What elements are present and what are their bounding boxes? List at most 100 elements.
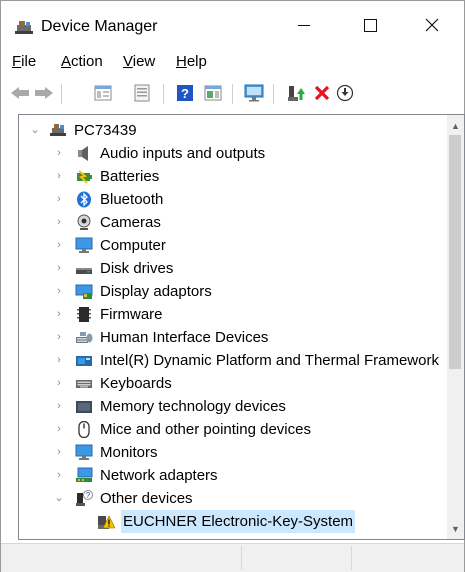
update-driver-button[interactable]: [285, 81, 307, 105]
system-device-icon: [76, 356, 92, 366]
device-tree[interactable]: ⌄ PC73439 › Audio inputs and outputs › B…: [18, 114, 465, 540]
expand-chevron-icon[interactable]: ›: [53, 326, 65, 349]
toolbar-separator: [232, 84, 233, 104]
expand-chevron-icon[interactable]: ›: [53, 395, 65, 418]
tree-item-cameras[interactable]: › Cameras: [19, 211, 449, 234]
svg-text:?: ?: [181, 86, 189, 101]
tree-item-label: Disk drives: [100, 260, 174, 277]
properties-button[interactable]: [131, 81, 153, 105]
menu-file-label: ile: [21, 53, 37, 70]
tree-item-mice[interactable]: › Mice and other pointing devices: [19, 418, 449, 441]
toolbar-separator: [61, 84, 62, 104]
expand-chevron-icon[interactable]: ›: [53, 280, 65, 303]
tree-item-label: Batteries: [100, 168, 160, 185]
update-driver-icon: [288, 86, 305, 101]
bluetooth-icon: [77, 191, 91, 208]
expand-chevron-icon[interactable]: ›: [53, 142, 65, 165]
help-button[interactable]: ?: [174, 81, 196, 105]
expand-chevron-icon[interactable]: ›: [53, 349, 65, 372]
tree-item-bluetooth[interactable]: › Bluetooth: [19, 188, 449, 211]
tree-item-display-adaptors[interactable]: › Display adaptors: [19, 280, 449, 303]
expand-chevron-icon[interactable]: ›: [53, 257, 65, 280]
collapse-chevron-icon[interactable]: ⌄: [53, 487, 65, 510]
tree-item-partial: [19, 533, 449, 540]
menu-bar: File Action View Help: [1, 51, 464, 73]
tree-item-audio[interactable]: › Audio inputs and outputs: [19, 142, 449, 165]
scroll-down-arrow-icon[interactable]: ▼: [447, 520, 464, 537]
tree-item-batteries[interactable]: › Batteries: [19, 165, 449, 188]
maximize-button[interactable]: [347, 1, 393, 49]
expand-chevron-icon[interactable]: ›: [53, 188, 65, 211]
menu-view-accesskey: V: [123, 53, 133, 70]
firmware-chip-icon: [77, 307, 91, 322]
scrollbar-thumb[interactable]: [449, 135, 461, 369]
collapse-chevron-icon[interactable]: ⌄: [29, 119, 41, 142]
close-icon: [425, 18, 439, 32]
scroll-up-arrow-icon[interactable]: ▲: [447, 117, 464, 134]
tree-item-computer[interactable]: › Computer: [19, 234, 449, 257]
menu-help-label: elp: [186, 53, 207, 70]
tree-root[interactable]: ⌄ PC73439: [19, 119, 449, 142]
warning-device-icon: [98, 515, 115, 529]
scan-hardware-changes-button[interactable]: [243, 81, 265, 105]
disk-drive-icon: [76, 268, 92, 274]
tree-item-network-adapters[interactable]: › Network adapters: [19, 464, 449, 487]
expand-chevron-icon[interactable]: ›: [53, 303, 65, 326]
menu-action-label: ction: [71, 53, 103, 70]
expand-chevron-icon[interactable]: ›: [53, 165, 65, 188]
tree-item-other-devices[interactable]: ⌄ ? Other devices: [19, 487, 449, 510]
monitor-icon: [75, 444, 93, 460]
title-bar[interactable]: Device Manager: [1, 1, 464, 49]
vertical-scrollbar[interactable]: ▲ ▼: [447, 115, 464, 539]
hid-icon: [76, 332, 93, 343]
properties-pane-icon: [94, 85, 112, 101]
warning-device-icon: [97, 536, 115, 540]
show-hide-action-pane-button[interactable]: [202, 81, 224, 105]
keyboard-icon: [76, 380, 92, 388]
tree-item-label: Other devices: [100, 490, 193, 507]
show-hide-console-tree-button[interactable]: [92, 81, 114, 105]
device-manager-app-icon: [15, 21, 33, 34]
tree-item-firmware[interactable]: › Firmware: [19, 303, 449, 326]
expand-chevron-icon[interactable]: ›: [53, 418, 65, 441]
memory-card-icon: [76, 401, 92, 413]
status-segment: [241, 546, 352, 570]
tree-item-keyboards[interactable]: › Keyboards: [19, 372, 449, 395]
minimize-icon: [298, 24, 310, 26]
monitor-icon: [75, 237, 93, 253]
expand-chevron-icon[interactable]: ›: [53, 234, 65, 257]
toolbar-separator: [273, 84, 274, 104]
properties-icon: [134, 84, 150, 102]
tree-item-label: EUCHNER Electronic-Key-System: [121, 510, 356, 533]
expand-chevron-icon[interactable]: ›: [53, 372, 65, 395]
toolbar-separator: [163, 84, 164, 104]
tree-item-label: Keyboards: [100, 375, 172, 392]
expand-chevron-icon[interactable]: ›: [53, 441, 65, 464]
tree-item-intel-dptf[interactable]: › Intel(R) Dynamic Platform and Thermal …: [19, 349, 449, 372]
close-button[interactable]: [409, 1, 455, 49]
menu-view-label: iew: [132, 53, 156, 70]
tree-item-label: Firmware: [100, 306, 163, 323]
computer-root-icon: [50, 124, 66, 136]
disable-device-button[interactable]: [334, 81, 356, 105]
tree-item-monitors[interactable]: › Monitors: [19, 441, 449, 464]
window-title: Device Manager: [41, 18, 158, 35]
expand-chevron-icon[interactable]: ›: [53, 211, 65, 234]
menu-view[interactable]: View: [123, 53, 155, 71]
menu-action[interactable]: Action: [61, 53, 103, 71]
back-button[interactable]: [9, 81, 31, 105]
tree-item-label: Mice and other pointing devices: [100, 421, 311, 438]
uninstall-device-button[interactable]: [311, 81, 333, 105]
tree-item-disk-drives[interactable]: › Disk drives: [19, 257, 449, 280]
tree-item-memory-tech[interactable]: › Memory technology devices: [19, 395, 449, 418]
tree-item-label: Bluetooth: [100, 191, 164, 208]
menu-file[interactable]: File: [12, 53, 36, 71]
tree-root-label: PC73439: [74, 122, 137, 139]
menu-help[interactable]: Help: [176, 53, 207, 71]
tree-item-euchner[interactable]: EUCHNER Electronic-Key-System: [19, 510, 449, 533]
tree-item-hid[interactable]: › Human Interface Devices: [19, 326, 449, 349]
expand-chevron-icon[interactable]: ›: [53, 464, 65, 487]
forward-icon: [35, 87, 53, 99]
minimize-button[interactable]: [281, 1, 327, 49]
forward-button[interactable]: [33, 81, 55, 105]
